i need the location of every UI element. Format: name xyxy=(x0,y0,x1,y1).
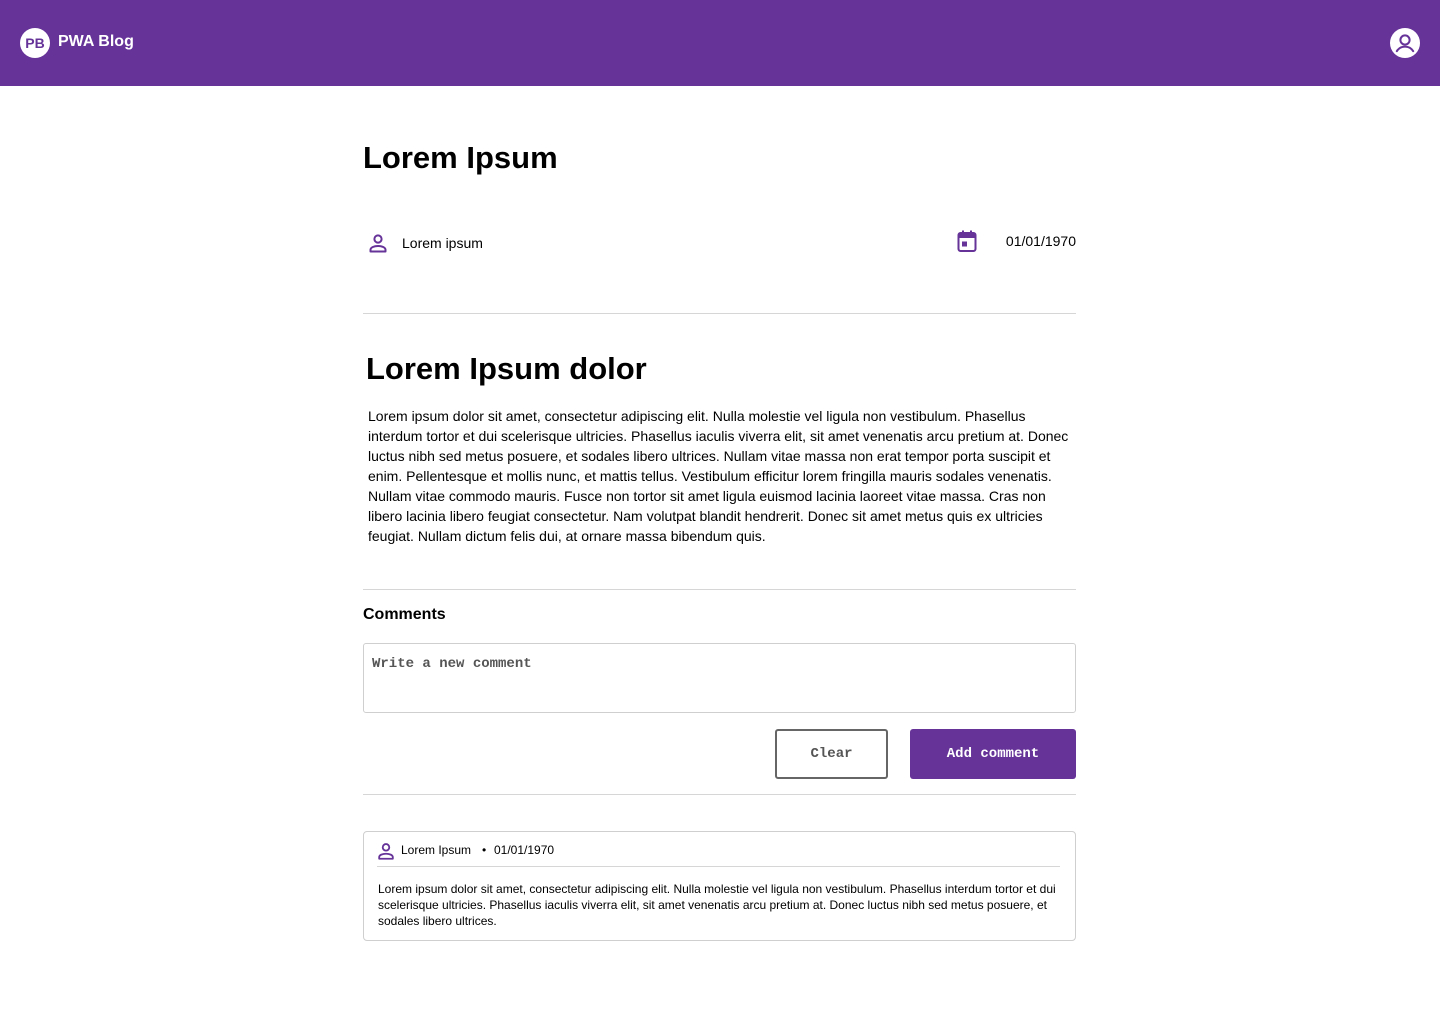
post-author: Lorem ipsum xyxy=(402,235,483,251)
section-heading: Lorem Ipsum dolor xyxy=(366,351,647,386)
app-title[interactable]: PWA Blog xyxy=(58,32,134,52)
divider xyxy=(363,313,1076,314)
comments-heading: Comments xyxy=(363,606,446,623)
new-comment-input[interactable] xyxy=(363,643,1076,713)
clear-button[interactable]: Clear xyxy=(775,729,888,779)
post-title: Lorem Ipsum xyxy=(363,140,558,175)
divider xyxy=(363,794,1076,795)
app-header: PB PWA Blog xyxy=(0,0,1440,86)
add-comment-button[interactable]: Add comment xyxy=(910,729,1076,779)
comment-text: Lorem ipsum dolor sit amet, consectetur … xyxy=(378,882,1056,928)
comment-author: Lorem Ipsum xyxy=(401,843,472,857)
post-body: Lorem ipsum dolor sit amet, consectetur … xyxy=(368,408,1069,544)
app-logo[interactable]: PB xyxy=(20,28,50,58)
comment-divider xyxy=(377,866,1060,867)
account-button[interactable] xyxy=(1390,28,1420,58)
post-date: 01/01/1970 xyxy=(1005,233,1076,249)
calendar-icon xyxy=(957,230,977,252)
account-circle-icon xyxy=(1390,28,1420,58)
comment-meta-separator: • xyxy=(482,843,487,857)
person-icon xyxy=(369,234,387,253)
person-icon xyxy=(378,843,394,860)
divider xyxy=(363,589,1076,590)
comment-date: 01/01/1970 xyxy=(494,843,555,857)
comment-card: Lorem Ipsum • 01/01/1970 Lorem ipsum dol… xyxy=(363,831,1076,941)
